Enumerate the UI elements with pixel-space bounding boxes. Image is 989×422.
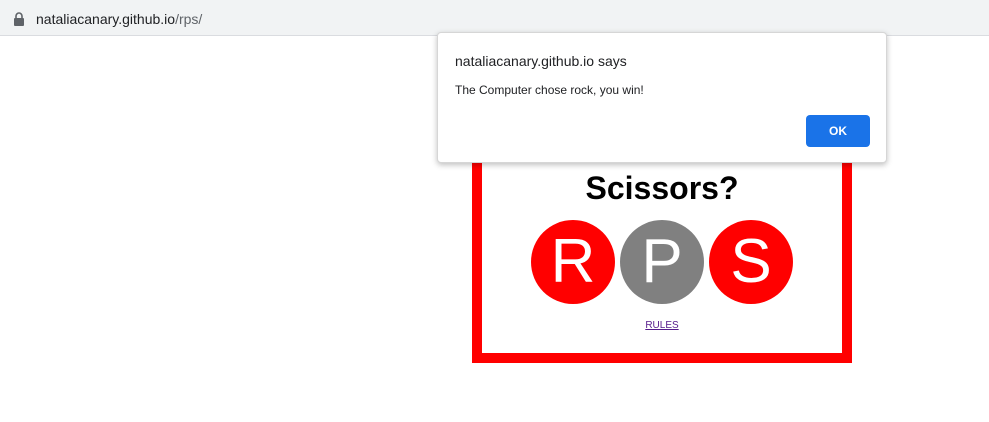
url-field[interactable]: nataliacanary.github.io/rps/ xyxy=(0,4,989,32)
url-path: /rps/ xyxy=(175,11,203,27)
dialog-message: The Computer chose rock, you win! xyxy=(455,83,644,97)
paper-button[interactable]: P xyxy=(620,220,704,304)
game-panel: Scissors? R P S RULES xyxy=(472,130,852,363)
browser-address-bar: nataliacanary.github.io/rps/ xyxy=(0,0,989,36)
url-text[interactable]: nataliacanary.github.io/rps/ xyxy=(36,11,202,27)
rules-link[interactable]: RULES xyxy=(482,320,842,331)
ok-button[interactable]: OK xyxy=(806,115,870,147)
scissors-button[interactable]: S xyxy=(709,220,793,304)
dialog-title: nataliacanary.github.io says xyxy=(455,53,627,69)
lock-icon[interactable] xyxy=(13,12,25,26)
rock-button[interactable]: R xyxy=(531,220,615,304)
url-host: nataliacanary.github.io xyxy=(36,11,176,27)
game-title: Scissors? xyxy=(585,170,739,206)
alert-dialog: nataliacanary.github.io says The Compute… xyxy=(437,32,887,163)
